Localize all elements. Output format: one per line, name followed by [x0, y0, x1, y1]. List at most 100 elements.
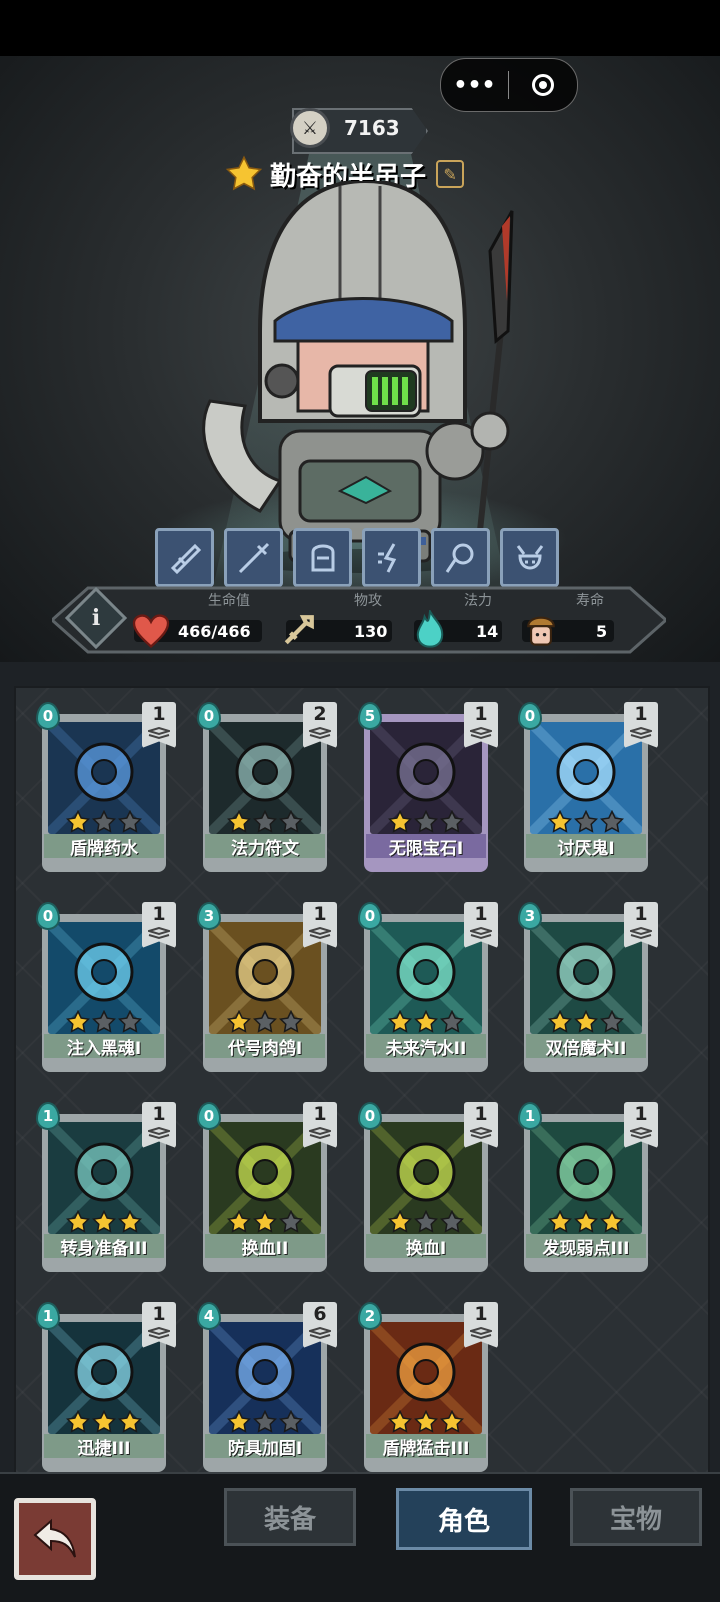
card-item[interactable]: 发现弱点III 1 1	[518, 1100, 658, 1276]
card-item[interactable]: 未来汽水II 0 1	[358, 900, 498, 1076]
card-stars	[209, 810, 321, 836]
card-stars	[370, 810, 482, 836]
skill-slot[interactable]	[500, 528, 559, 587]
card-item[interactable]: 代号肉鸽I 3 1	[197, 900, 337, 1076]
life-label: 寿命	[576, 593, 604, 609]
card-deck-panel: 盾牌药水 0 1 法力符文 0 2 无限宝石I 5 1 讨厌鬼I 0 1 注入黑魂I 0 1 代号肉鸽I 3 1 未…	[14, 686, 710, 1474]
card-count: 1	[634, 703, 648, 725]
card-count-badge: 2	[303, 702, 337, 748]
star-empty-icon	[253, 810, 277, 833]
skill-slot[interactable]	[431, 528, 490, 587]
star-empty-icon	[92, 1010, 116, 1033]
tab-treasure[interactable]: 宝物	[570, 1488, 702, 1546]
star-filled-icon	[92, 1210, 116, 1233]
star-empty-icon	[440, 1010, 464, 1033]
card-stars	[48, 1410, 160, 1436]
hp-label: 生命值	[208, 593, 250, 609]
card-name: 发现弱点III	[526, 1234, 646, 1259]
back-button[interactable]	[14, 1498, 96, 1580]
star-empty-icon	[118, 810, 142, 833]
card-item[interactable]: 换血II 0 1	[197, 1100, 337, 1276]
skill-slot[interactable]	[224, 528, 283, 587]
card-item[interactable]: 换血I 0 1	[358, 1100, 498, 1276]
card-count: 1	[634, 903, 648, 925]
card-item[interactable]: 盾牌药水 0 1	[36, 700, 176, 876]
star-filled-icon	[414, 1410, 438, 1433]
skill-slot[interactable]	[362, 528, 421, 587]
card-stars	[370, 1010, 482, 1036]
card-name: 法力符文	[205, 834, 325, 859]
star-empty-icon	[279, 1210, 303, 1233]
card-stars	[370, 1410, 482, 1436]
star-empty-icon	[600, 1010, 624, 1033]
blade-skill-icon	[170, 543, 201, 574]
card-cost-badge: 5	[358, 702, 382, 730]
star-filled-icon	[227, 810, 251, 833]
card-name: 代号肉鸽I	[205, 1034, 325, 1059]
star-filled-icon	[66, 1210, 90, 1233]
card-item[interactable]: 迅捷III 1 1	[36, 1300, 176, 1472]
card-cost-badge: 4	[197, 1302, 221, 1330]
star-empty-icon	[253, 1410, 277, 1433]
card-name: 防具加固I	[205, 1434, 325, 1459]
tab-equipment[interactable]: 装备	[224, 1488, 356, 1546]
card-stars	[530, 1010, 642, 1036]
card-count-badge: 1	[624, 702, 658, 748]
more-menu-button[interactable]: •••	[441, 59, 508, 111]
hero-stage: ••• ⚔ 7163 勤奋的半吊子 ✎ i 生命值 466/466 物攻 130…	[0, 56, 720, 662]
soldier-icon	[524, 610, 558, 652]
status-bar	[0, 0, 720, 56]
close-miniprogram-button[interactable]	[509, 59, 576, 111]
star-filled-icon	[66, 1410, 90, 1433]
card-stars	[530, 1210, 642, 1236]
card-item[interactable]: 防具加固I 4 6	[197, 1300, 337, 1472]
star-filled-icon	[414, 1010, 438, 1033]
card-cost-badge: 0	[36, 702, 60, 730]
card-cost-badge: 0	[197, 702, 221, 730]
card-count-badge: 1	[624, 902, 658, 948]
card-stars	[48, 1210, 160, 1236]
tab-character[interactable]: 角色	[396, 1488, 532, 1550]
card-name: 注入黑魂I	[44, 1034, 164, 1059]
card-item[interactable]: 转身准备III 1 1	[36, 1100, 176, 1276]
card-cost-badge: 0	[358, 902, 382, 930]
star-filled-icon	[388, 810, 412, 833]
card-stars	[48, 810, 160, 836]
target-icon	[531, 74, 554, 96]
card-cost-badge: 1	[36, 1102, 60, 1130]
card-item[interactable]: 盾牌猛击III 2 1	[358, 1300, 498, 1472]
card-count: 1	[634, 1103, 648, 1125]
star-filled-icon	[118, 1210, 142, 1233]
star-empty-icon	[279, 1010, 303, 1033]
star-filled-icon	[548, 1210, 572, 1233]
card-item[interactable]: 法力符文 0 2	[197, 700, 337, 876]
card-name: 讨厌鬼I	[526, 834, 646, 859]
card-count: 1	[474, 703, 488, 725]
card-name: 未来汽水II	[366, 1034, 486, 1059]
card-stars	[48, 1010, 160, 1036]
card-stars	[530, 810, 642, 836]
card-count-badge: 1	[303, 1102, 337, 1148]
power-value: 7163	[344, 116, 400, 140]
card-stars	[209, 1010, 321, 1036]
star-filled-icon	[548, 810, 572, 833]
card-name: 换血I	[366, 1234, 486, 1259]
card-item[interactable]: 讨厌鬼I 0 1	[518, 700, 658, 876]
star-empty-icon	[253, 1010, 277, 1033]
dash-skill-icon	[377, 542, 396, 573]
star-filled-icon	[548, 1010, 572, 1033]
card-name: 双倍魔术II	[526, 1034, 646, 1059]
star-filled-icon	[574, 1210, 598, 1233]
card-item[interactable]: 双倍魔术II 3 1	[518, 900, 658, 1076]
skill-slot[interactable]	[155, 528, 214, 587]
skill-slot[interactable]	[293, 528, 352, 587]
card-name: 换血II	[205, 1234, 325, 1259]
card-item[interactable]: 无限宝石I 5 1	[358, 700, 498, 876]
card-cost-badge: 0	[518, 702, 542, 730]
card-item[interactable]: 注入黑魂I 0 1	[36, 900, 176, 1076]
star-empty-icon	[574, 810, 598, 833]
info-icon: i	[91, 605, 101, 631]
atk-value: 130	[354, 622, 388, 641]
star-filled-icon	[388, 1210, 412, 1233]
card-stars	[370, 1210, 482, 1236]
